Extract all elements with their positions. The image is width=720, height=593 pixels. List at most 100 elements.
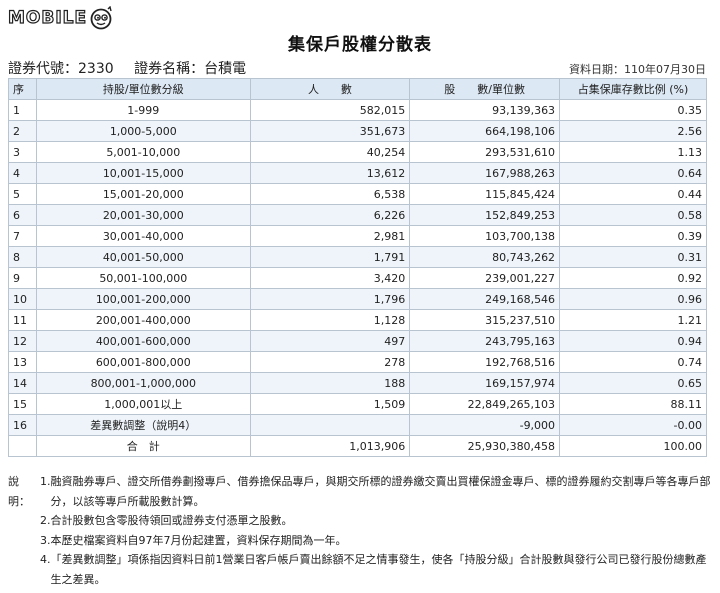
cell-shares: -9,000 (409, 414, 561, 436)
cell-shares: 239,001,227 (409, 267, 561, 289)
cell-ratio: 0.74 (559, 351, 707, 373)
cell-people: 6,226 (249, 204, 411, 226)
cell-shares: 249,168,546 (409, 288, 561, 310)
cell-shares: 169,157,974 (409, 372, 561, 394)
logo-face-icon (90, 6, 112, 30)
cell-level: 50,001-100,000 (35, 267, 251, 289)
table-body: 1 1-999 582,015 93,139,363 0.35 2 1,000-5,000 3… (8, 99, 707, 457)
cell-shares: 103,700,138 (409, 225, 561, 247)
note-item: 3. 本歷史檔案資料自97年7月份起建置，資料保存期間為一年。 (40, 531, 713, 551)
cell-shares: 80,743,262 (409, 246, 561, 268)
cell-ratio: 0.35 (559, 99, 707, 121)
cell-ratio: 2.56 (559, 120, 707, 142)
cell-ratio: 0.65 (559, 372, 707, 394)
cell-level: 差異數調整（說明4） (35, 414, 251, 436)
table-row: 3 5,001-10,000 40,254 293,531,610 1.13 (8, 141, 707, 163)
cell-people: 1,013,906 (249, 435, 411, 457)
data-date: 資料日期：110年07月30日 (569, 63, 706, 76)
cell-seq: 11 (8, 309, 37, 331)
note-text: 合計股數包含零股待領回或證券支付憑單之股數。 (50, 514, 293, 527)
cell-seq: 10 (8, 288, 37, 310)
header-shares: 股 數/單位數 (409, 78, 561, 100)
cell-seq: 1 (8, 99, 37, 121)
cell-ratio: 100.00 (559, 435, 707, 457)
table-row: 8 40,001-50,000 1,791 80,743,262 0.31 (8, 246, 707, 268)
note-item: 1. 融資融券專戶、證交所借券劃撥專戶、借券擔保品專戶，與期交所標的證券繳交賣出買… (40, 472, 713, 511)
table-row: 1 1-999 582,015 93,139,363 0.35 (8, 99, 707, 121)
shareholding-distribution-table: 序 持股/單位數分級 人 數 股 數/單位數 占集保庫存數比例 (%) 1 1-9… (8, 78, 707, 457)
table-row: 5 15,001-20,000 6,538 115,845,424 0.44 (8, 183, 707, 205)
header-level: 持股/單位數分級 (35, 78, 251, 100)
note-text: 「差異數調整」項係指因資料日前1營業日客戶帳戶賣出餘額不足之情事發生，使各「持股… (50, 553, 707, 586)
note-number: 3. (40, 533, 51, 547)
cell-people: 582,015 (249, 99, 411, 121)
cell-ratio: 1.21 (559, 309, 707, 331)
table-row: 12 400,001-600,000 497 243,795,163 0.94 (8, 330, 707, 352)
cell-ratio: 0.96 (559, 288, 707, 310)
cell-level: 5,001-10,000 (35, 141, 251, 163)
note-number: 2. (40, 514, 51, 527)
cell-people: 497 (249, 330, 411, 352)
cell-level: 800,001-1,000,000 (35, 372, 251, 394)
cell-shares: 664,198,106 (409, 120, 561, 142)
cell-ratio: -0.00 (559, 414, 707, 436)
cell-shares: 192,768,516 (409, 351, 561, 373)
cell-shares: 115,845,424 (409, 183, 561, 205)
cell-ratio: 0.92 (559, 267, 707, 289)
header-people: 人 數 (249, 78, 411, 100)
cell-seq: 4 (8, 162, 37, 184)
header-seq: 序 (8, 78, 37, 100)
cell-people: 1,128 (249, 309, 411, 331)
cell-seq: 12 (8, 330, 37, 352)
cell-shares: 22,849,265,103 (409, 393, 561, 415)
table-header-row: 序 持股/單位數分級 人 數 股 數/單位數 占集保庫存數比例 (%) (8, 78, 707, 100)
cell-seq: 14 (8, 372, 37, 394)
stock-code: 證券代號：2330 (8, 61, 114, 77)
mobile01-logo[interactable]: MOBILE (7, 6, 113, 30)
cell-level: 200,001-400,000 (35, 309, 251, 331)
cell-seq: 16 (8, 414, 37, 436)
notes: 說明： 1. 融資融券專戶、證交所借券劃撥專戶、借券擔保品專戶，與期交所標的證券繳… (8, 472, 713, 589)
cell-shares: 167,988,263 (409, 162, 561, 184)
note-number: 4. (40, 553, 51, 566)
table-row: 2 1,000-5,000 351,673 664,198,106 2.56 (8, 120, 707, 142)
cell-seq: 15 (8, 393, 37, 415)
cell-shares: 315,237,510 (409, 309, 561, 331)
logo-text: MOBILE (7, 7, 88, 28)
cell-seq: 6 (8, 204, 37, 226)
notes-list: 1. 融資融券專戶、證交所借券劃撥專戶、借券擔保品專戶，與期交所標的證券繳交賣出買… (40, 472, 713, 589)
cell-level: 600,001-800,000 (35, 351, 251, 373)
note-item: 2. 合計股數包含零股待領回或證券支付憑單之股數。 (40, 511, 713, 531)
cell-people: 188 (249, 372, 411, 394)
cell-ratio: 0.58 (559, 204, 707, 226)
cell-people: 1,791 (249, 246, 411, 268)
cell-people: 3,420 (249, 267, 411, 289)
cell-seq (8, 435, 37, 457)
cell-level: 10,001-15,000 (35, 162, 251, 184)
page-title: 集保戶股權分散表 (288, 35, 432, 55)
cell-people: 1,796 (249, 288, 411, 310)
cell-level: 1,000-5,000 (35, 120, 251, 142)
note-text: 本歷史檔案資料自97年7月份起建置，資料保存期間為一年。 (50, 533, 347, 547)
notes-label: 說明： (8, 475, 30, 508)
cell-ratio: 0.31 (559, 246, 707, 268)
table-row: 6 20,001-30,000 6,226 152,849,253 0.58 (8, 204, 707, 226)
cell-level: 40,001-50,000 (35, 246, 251, 268)
cell-people: 6,538 (249, 183, 411, 205)
cell-seq: 7 (8, 225, 37, 247)
table-row: 15 1,000,001以上 1,509 22,849,265,103 88.11 (8, 393, 707, 415)
cell-level: 合 計 (35, 435, 251, 457)
cell-people: 351,673 (249, 120, 411, 142)
table-row: 9 50,001-100,000 3,420 239,001,227 0.92 (8, 267, 707, 289)
cell-ratio: 0.44 (559, 183, 707, 205)
cell-people: 13,612 (249, 162, 411, 184)
table-row: 14 800,001-1,000,000 188 169,157,974 0.65 (8, 372, 707, 394)
table-row: 13 600,001-800,000 278 192,768,516 0.74 (8, 351, 707, 373)
table-row: 合 計 1,013,906 25,930,380,458 100.00 (8, 435, 707, 457)
cell-ratio: 88.11 (559, 393, 707, 415)
cell-people: 40,254 (249, 141, 411, 163)
cell-seq: 2 (8, 120, 37, 142)
cell-shares: 152,849,253 (409, 204, 561, 226)
table-row: 4 10,001-15,000 13,612 167,988,263 0.64 (8, 162, 707, 184)
header-ratio: 占集保庫存數比例 (%) (559, 78, 707, 100)
